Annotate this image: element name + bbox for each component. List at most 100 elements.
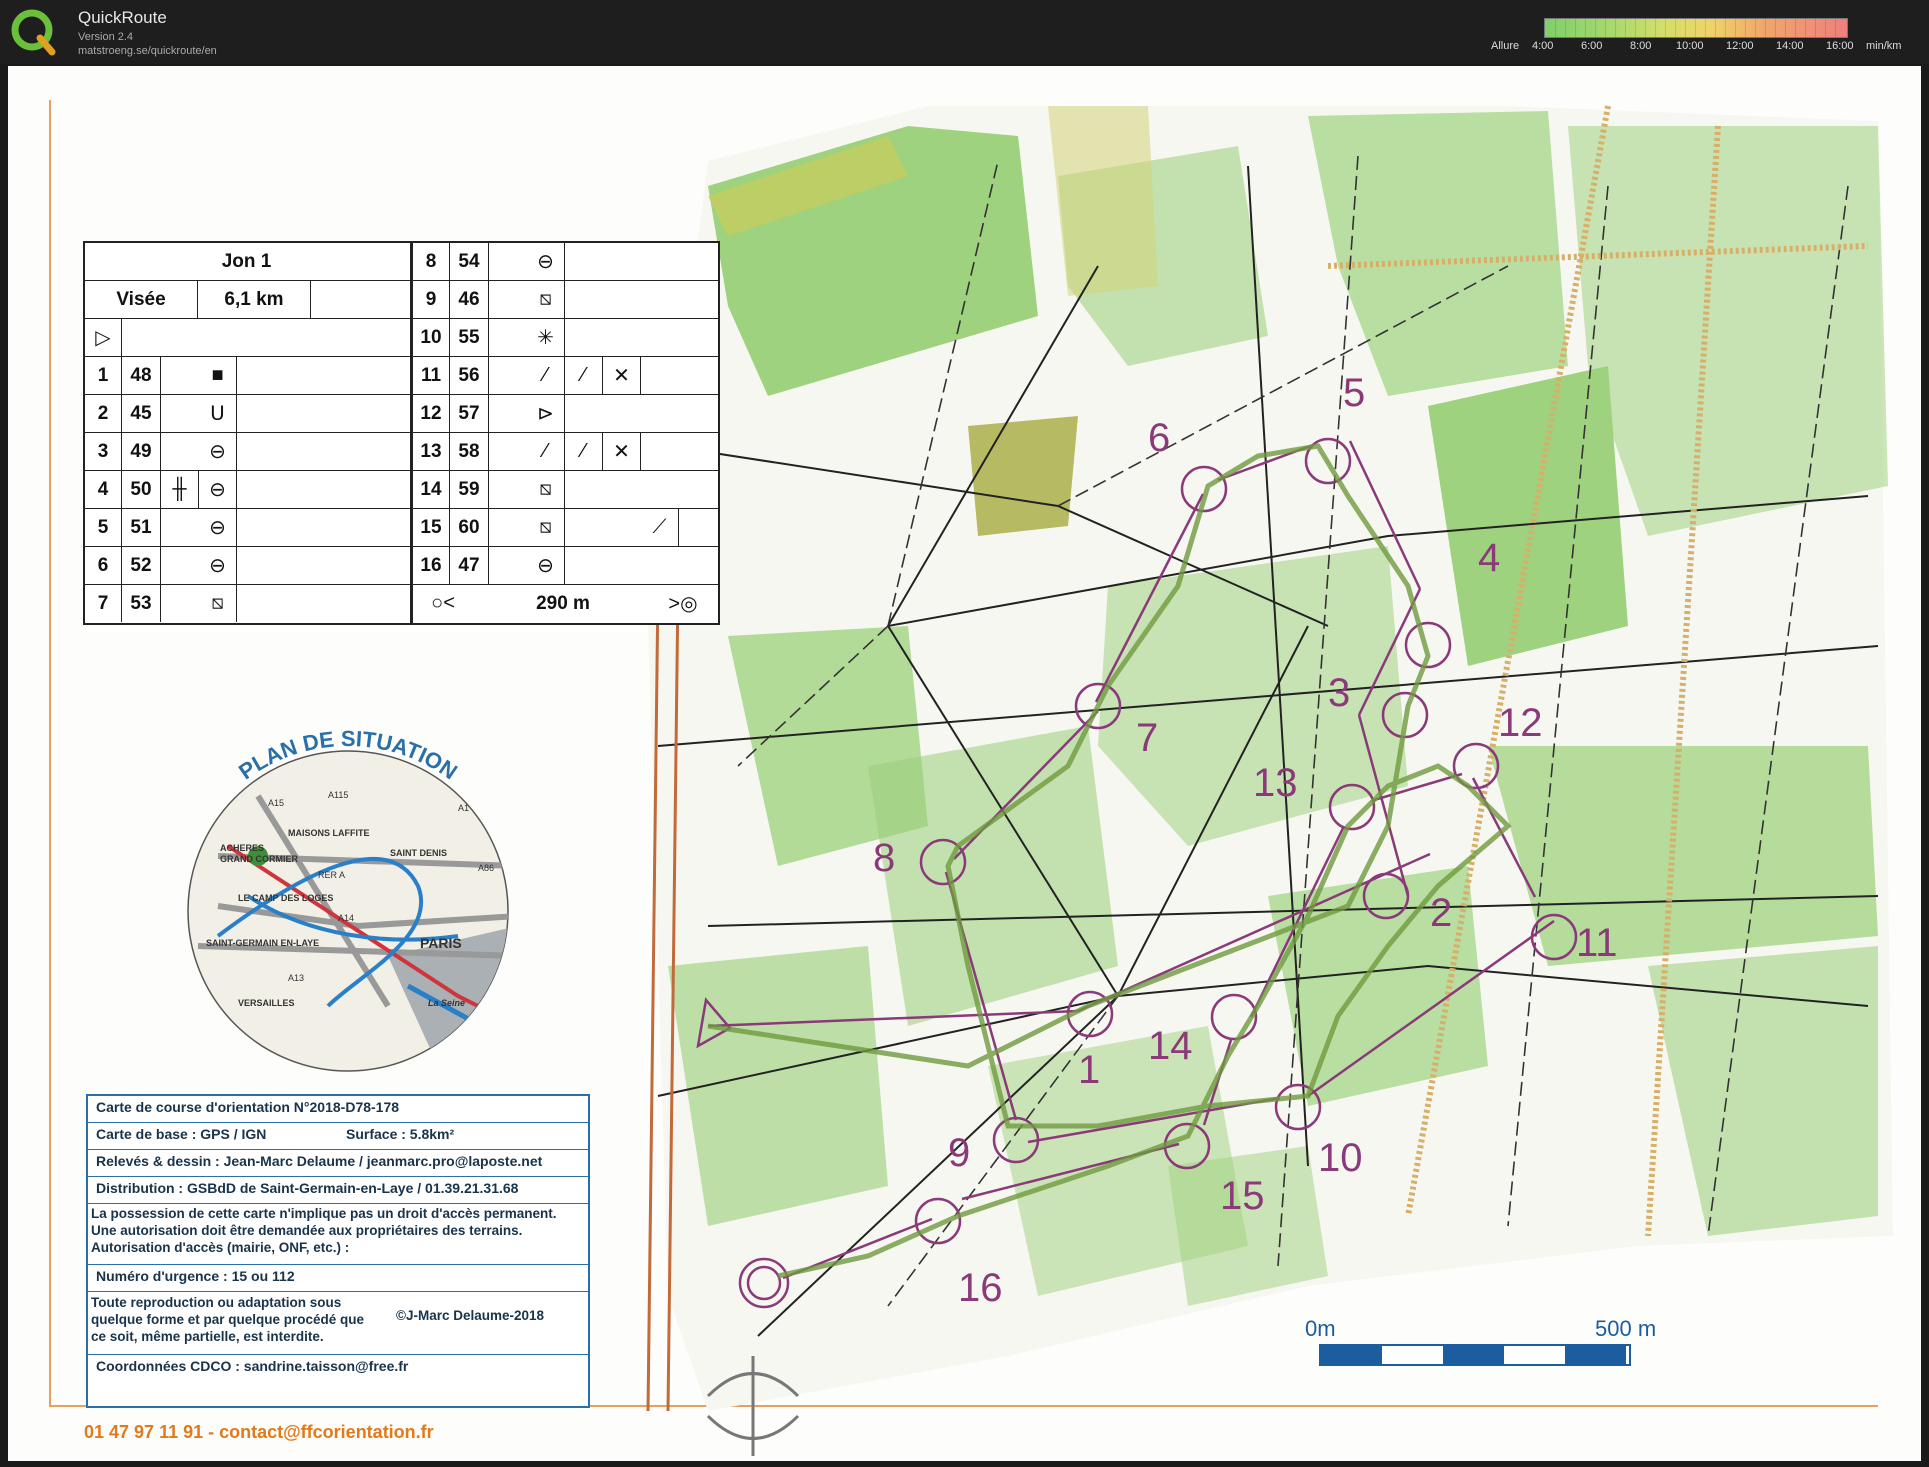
knoll-icon: ⊖ bbox=[199, 509, 237, 546]
cd-code: 60 bbox=[450, 509, 489, 546]
contact-line[interactable]: 01 47 97 11 91 - contact@ffcorientation.… bbox=[84, 1422, 434, 1443]
cd-code: 59 bbox=[450, 471, 489, 508]
cd-row: 13 58 ⁄ ⁄ ✕ bbox=[413, 433, 718, 471]
control-number: 14 bbox=[1148, 1024, 1193, 1068]
knoll-icon: ⊖ bbox=[199, 547, 237, 584]
control-number: 5 bbox=[1343, 371, 1366, 415]
pace-scale-label: Allure bbox=[1491, 40, 1520, 52]
info-access: Une autorisation doit être demandée aux … bbox=[91, 1223, 523, 1238]
place-label: La Seine bbox=[428, 998, 465, 1008]
road-label: A1 bbox=[458, 803, 469, 813]
cd-number: 13 bbox=[413, 433, 450, 470]
control-number: 1 bbox=[1078, 1048, 1101, 1092]
info-row: Numéro d'urgence : 15 ou 112 bbox=[88, 1265, 588, 1292]
control-number: 12 bbox=[1498, 701, 1543, 745]
place-label: LE CAMP DES LOGES bbox=[238, 893, 333, 903]
control-number: 9 bbox=[948, 1131, 971, 1175]
info-copyright: Toute reproduction ou adaptation sous bbox=[91, 1295, 342, 1310]
control-number: 11 bbox=[1576, 921, 1618, 965]
info-coordinates[interactable]: Coordonnées CDCO : sandrine.taisson@free… bbox=[96, 1358, 408, 1374]
place-label: PARIS bbox=[420, 935, 462, 951]
cd-code: 48 bbox=[122, 357, 161, 394]
place-label: SAINT-GERMAIN EN-LAYE bbox=[206, 938, 319, 948]
info-row: Toute reproduction ou adaptation sous qu… bbox=[88, 1292, 588, 1355]
place-label: ACHERES bbox=[220, 843, 264, 853]
cd-code: 47 bbox=[450, 547, 489, 584]
vegetation-icon: ⧅ bbox=[527, 509, 565, 546]
knoll-icon: ⊖ bbox=[527, 547, 565, 584]
cd-number: 9 bbox=[413, 281, 450, 318]
app-url[interactable]: matstroeng.se/quickroute/en bbox=[78, 45, 217, 57]
info-row: Distribution : GSBdD de Saint-Germain-en… bbox=[88, 1177, 588, 1204]
control-number: 6 bbox=[1148, 416, 1171, 460]
cd-code: 54 bbox=[450, 243, 489, 280]
control-number: 13 bbox=[1253, 761, 1298, 805]
cd-number: 1 bbox=[85, 357, 122, 394]
scale-bar bbox=[1319, 1344, 1631, 1366]
control-number: 15 bbox=[1220, 1174, 1265, 1218]
cd-code: 49 bbox=[122, 433, 161, 470]
cd-number: 10 bbox=[413, 319, 450, 356]
pace-tick: 12:00 bbox=[1726, 40, 1754, 52]
special-feature-icon: ✳ bbox=[527, 319, 565, 356]
cd-row: 2 45 Ս bbox=[85, 395, 410, 433]
crossing-icon: ✕ bbox=[603, 357, 641, 394]
start-triangle-icon: ▷ bbox=[85, 319, 122, 356]
road-label: A15 bbox=[268, 798, 284, 808]
info-copyright: ce soit, même partielle, est interdite. bbox=[91, 1329, 324, 1344]
knoll-icon: ⊖ bbox=[527, 243, 565, 280]
cd-row: 7 53 ⧅ bbox=[85, 585, 410, 622]
cd-number: 6 bbox=[85, 547, 122, 584]
cd-code: 56 bbox=[450, 357, 489, 394]
pace-tick: 4:00 bbox=[1532, 40, 1554, 52]
app-version: Version 2.4 bbox=[78, 31, 134, 43]
cd-number: 2 bbox=[85, 395, 122, 432]
info-emergency: Numéro d'urgence : 15 ou 112 bbox=[96, 1268, 295, 1284]
scale-end-label: 500 m bbox=[1595, 1316, 1657, 1341]
info-access: La possession de cette carte n'implique … bbox=[91, 1206, 557, 1221]
cd-row: 4 50 ╫ ⊖ bbox=[85, 471, 410, 509]
finish-distance: 290 m bbox=[536, 592, 590, 614]
info-surface: Surface : 5.8km² bbox=[346, 1126, 455, 1142]
orienteering-map[interactable]: 1 2 3 4 5 6 7 8 9 10 11 12 13 14 15 16 J… bbox=[8, 66, 1921, 1461]
cd-row: 5 51 ⊖ bbox=[85, 509, 410, 547]
info-map-id: Carte de course d'orientation N°2018-D78… bbox=[96, 1099, 400, 1115]
cd-row: 11 56 ⁄ ⁄ ✕ bbox=[413, 357, 718, 395]
control-number: 2 bbox=[1430, 891, 1453, 935]
cd-code: 45 bbox=[122, 395, 161, 432]
info-survey[interactable]: Relevés & dessin : Jean-Marc Delaume / j… bbox=[96, 1153, 542, 1169]
pace-tick: 10:00 bbox=[1676, 40, 1704, 52]
info-base-map: Carte de base : GPS / IGN bbox=[96, 1126, 267, 1142]
control-number: 7 bbox=[1136, 716, 1159, 760]
cd-number: 14 bbox=[413, 471, 450, 508]
path-icon: ⁄ bbox=[565, 357, 603, 394]
cd-number: 3 bbox=[85, 433, 122, 470]
course-class: Visée bbox=[85, 281, 198, 318]
control-number: 10 bbox=[1318, 1136, 1363, 1180]
info-row: La possession de cette carte n'implique … bbox=[88, 1204, 588, 1265]
course-length: 6,1 km bbox=[198, 281, 311, 318]
cd-row: 1 48 ■ bbox=[85, 357, 410, 395]
finish-icon: >◎ bbox=[668, 593, 698, 615]
control-number: 8 bbox=[873, 836, 896, 880]
path-icon: ⁄ bbox=[527, 357, 565, 394]
road-label: A14 bbox=[338, 913, 354, 923]
cd-code: 51 bbox=[122, 509, 161, 546]
cd-finish-row: ○< 290 m >◎ bbox=[413, 585, 718, 622]
cd-code: 58 bbox=[450, 433, 489, 470]
cd-number: 16 bbox=[413, 547, 450, 584]
cd-number: 4 bbox=[85, 471, 122, 508]
road-label: A13 bbox=[288, 973, 304, 983]
road-label: RER A bbox=[318, 870, 345, 880]
cd-start-row: ▷ bbox=[85, 319, 410, 357]
info-copyright: quelque forme et par quelque procédé que bbox=[91, 1312, 365, 1327]
cd-code: 57 bbox=[450, 395, 489, 432]
app-name: QuickRoute bbox=[78, 8, 167, 27]
reentrant-icon: Ս bbox=[199, 395, 237, 432]
app-title-bar: QuickRoute Version 2.4 matstroeng.se/qui… bbox=[0, 0, 1929, 64]
crossing-icon: ✕ bbox=[603, 433, 641, 470]
pace-tick: 8:00 bbox=[1630, 40, 1652, 52]
cd-number: 5 bbox=[85, 509, 122, 546]
cd-code: 55 bbox=[450, 319, 489, 356]
pace-color-scale bbox=[1544, 18, 1848, 38]
